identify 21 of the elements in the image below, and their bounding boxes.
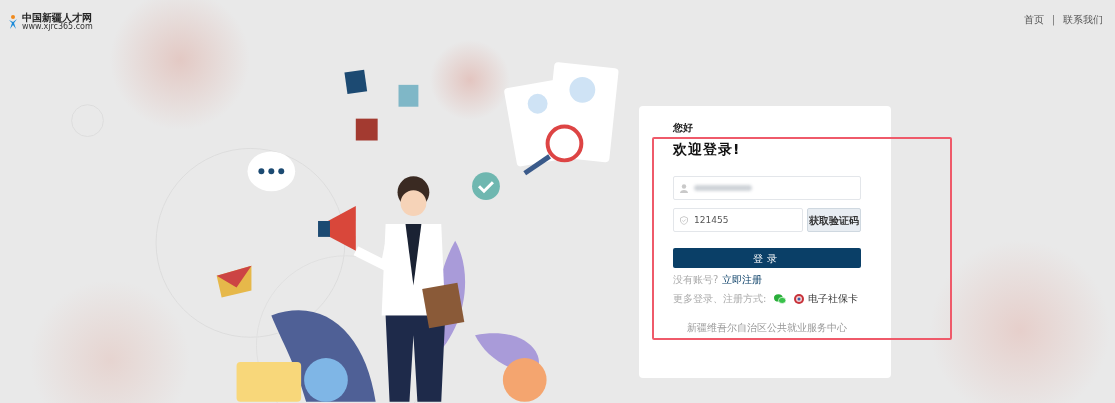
login-button[interactable]: 登录 (673, 248, 861, 268)
register-link[interactable]: 立即注册 (722, 272, 763, 287)
user-icon (680, 183, 688, 193)
nav-link[interactable]: 联系我们 (1063, 12, 1103, 27)
emblem-icon[interactable] (794, 293, 805, 304)
alt-login-label: 更多登录、注册方式: (673, 292, 767, 306)
greeting-text: 您好 (673, 121, 694, 135)
footer-text: 新疆维吾尔自治区公共就业服务中心 (686, 321, 848, 335)
username-field[interactable] (673, 176, 861, 200)
logo-icon (8, 14, 18, 29)
shield-icon (680, 216, 688, 225)
chat-bubbles-icon[interactable] (774, 293, 787, 304)
code-field[interactable]: 121455 (673, 208, 803, 232)
register-prompt: 没有账号? (673, 273, 719, 287)
nav-separator: | (1051, 13, 1055, 27)
get-code-button[interactable]: 获取验证码 (806, 208, 861, 232)
site-url: www.xjrc365.com (22, 23, 93, 32)
site-title: 中国新疆人才网 (22, 12, 93, 23)
ecard-link[interactable]: 电子社保卡 (808, 291, 859, 306)
nav-link[interactable]: 首页 (1023, 12, 1044, 27)
login-title: 欢迎登录! (673, 140, 742, 159)
